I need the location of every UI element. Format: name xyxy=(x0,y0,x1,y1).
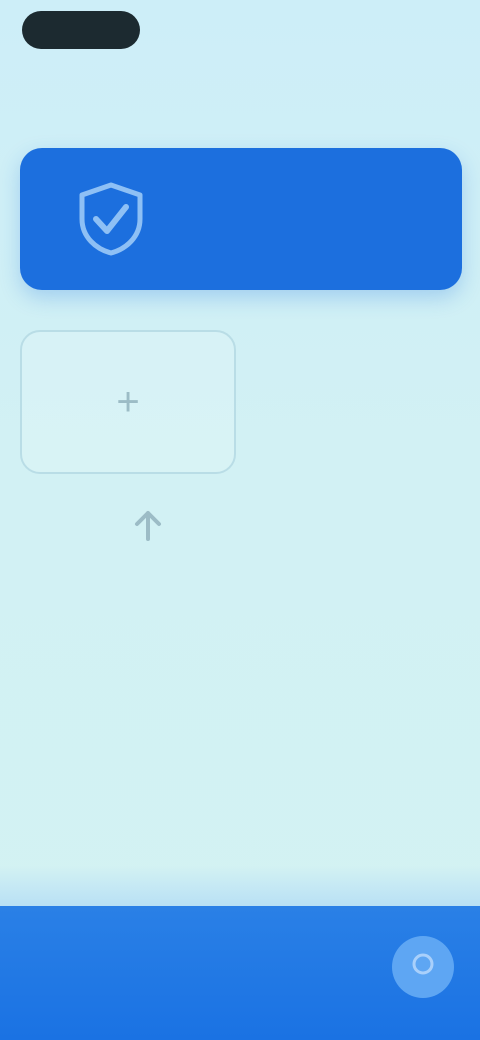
bottom-bar xyxy=(0,906,480,1040)
circle-icon xyxy=(410,951,436,983)
bottom-fade xyxy=(0,866,480,906)
camera-notch xyxy=(22,11,140,49)
plus-icon: + xyxy=(116,380,140,424)
arrow-up-icon xyxy=(128,505,168,545)
status-bar xyxy=(0,0,480,64)
hero-banner[interactable] xyxy=(20,148,462,290)
shield-check-icon xyxy=(72,180,150,258)
add-card[interactable]: + xyxy=(20,330,236,474)
floating-action-button[interactable] xyxy=(392,936,454,998)
